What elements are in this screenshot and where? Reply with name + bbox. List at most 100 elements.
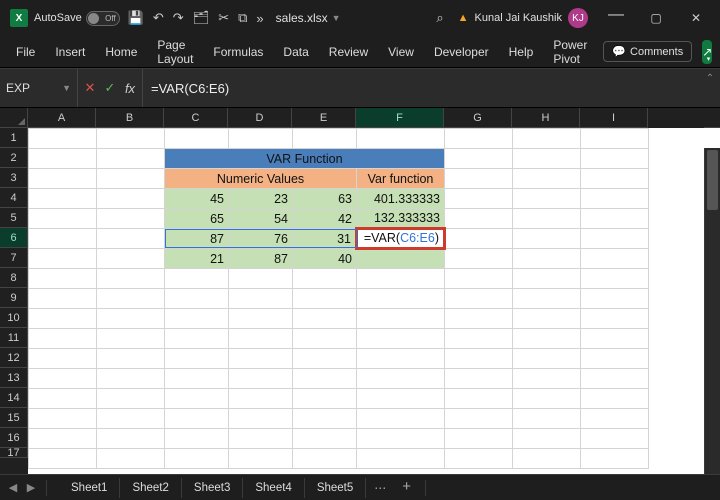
select-all-button[interactable] (0, 108, 28, 128)
row-header-14[interactable]: 14 (0, 388, 28, 408)
row-header-7[interactable]: 7 (0, 248, 28, 268)
cell-c5[interactable]: 65 (165, 209, 229, 229)
expand-formula-icon[interactable]: ⌃ (700, 69, 720, 107)
col-header-a[interactable]: A (28, 108, 96, 128)
row-header-10[interactable]: 10 (0, 308, 28, 328)
chevron-down-icon: ▼ (332, 13, 341, 23)
cells-grid[interactable]: VAR Function Numeric ValuesVar function … (28, 128, 720, 469)
col-header-i[interactable]: I (580, 108, 648, 128)
cell-d6[interactable]: 76 (229, 229, 293, 249)
cell-f4[interactable]: 401.333333 (357, 189, 445, 209)
copy-icon[interactable]: ⧉ (238, 10, 247, 26)
touch-icon[interactable]: 🗂 (193, 10, 210, 26)
tab-power-pivot[interactable]: Power Pivot (545, 32, 595, 72)
tab-file[interactable]: File (8, 39, 43, 65)
row-header-17[interactable]: 17 (0, 448, 28, 458)
qat-more-icon[interactable]: » (256, 11, 263, 26)
cell-f5[interactable]: 132.333333 (357, 209, 445, 229)
row-header-3[interactable]: 3 (0, 168, 28, 188)
undo-icon[interactable]: ↶ (153, 10, 164, 26)
row-header-1[interactable]: 1 (0, 128, 28, 148)
tab-insert[interactable]: Insert (47, 39, 93, 65)
tab-help[interactable]: Help (501, 39, 542, 65)
chevron-down-icon[interactable]: ▼ (62, 83, 71, 93)
doc-name-label: sales.xlsx (276, 11, 328, 25)
row-header-13[interactable]: 13 (0, 368, 28, 388)
search-icon[interactable]: ⌕ (436, 10, 443, 26)
comments-label: Comments (630, 46, 683, 58)
col-header-c[interactable]: C (164, 108, 228, 128)
comments-button[interactable]: 💬 Comments (603, 41, 692, 62)
enter-icon[interactable]: ✓ (100, 80, 120, 96)
sheet-tab-1[interactable]: Sheet1 (59, 478, 120, 498)
autosave-toggle[interactable]: AutoSave Off (34, 11, 120, 26)
row-header-11[interactable]: 11 (0, 328, 28, 348)
row-header-6[interactable]: 6 (0, 228, 28, 248)
row-header-4[interactable]: 4 (0, 188, 28, 208)
sheet-nav-prev[interactable]: ◀ (4, 481, 22, 494)
document-title[interactable]: sales.xlsx ▼ (276, 11, 341, 25)
tab-page-layout[interactable]: Page Layout (149, 32, 201, 72)
sheet-tabs-more[interactable]: ⋯ (366, 477, 394, 499)
formula-bar[interactable]: =VAR(C6:E6) (143, 69, 700, 107)
avatar: KJ (568, 8, 588, 28)
save-icon[interactable]: 💾 (128, 10, 144, 26)
tab-review[interactable]: Review (321, 39, 376, 65)
cell-d7[interactable]: 87 (229, 249, 293, 269)
row-header-2[interactable]: 2 (0, 148, 28, 168)
row-header-16[interactable]: 16 (0, 428, 28, 448)
col-header-g[interactable]: G (444, 108, 512, 128)
maximize-button[interactable]: ▢ (636, 0, 676, 36)
add-sheet-button[interactable]: + (394, 474, 419, 499)
cell-c4[interactable]: 45 (165, 189, 229, 209)
tab-data[interactable]: Data (275, 39, 316, 65)
warning-icon: ▲ (458, 12, 469, 24)
tab-home[interactable]: Home (97, 39, 145, 65)
sheet-nav-next[interactable]: ▶ (22, 481, 40, 494)
cell-e4[interactable]: 63 (293, 189, 357, 209)
vertical-scrollbar[interactable] (704, 148, 720, 474)
col-header-b[interactable]: B (96, 108, 164, 128)
cell-d5[interactable]: 54 (229, 209, 293, 229)
col-header-e[interactable]: E (292, 108, 356, 128)
col-header-d[interactable]: D (228, 108, 292, 128)
cancel-icon[interactable]: ✕ (80, 80, 100, 96)
sheet-tab-5[interactable]: Sheet5 (305, 478, 366, 498)
cell-sub-right[interactable]: Var function (357, 169, 445, 189)
name-box[interactable]: EXP ▼ (0, 69, 78, 107)
share-button[interactable]: ↗ (702, 40, 712, 64)
fx-icon[interactable]: fx (120, 81, 140, 96)
sheet-tab-3[interactable]: Sheet3 (182, 478, 243, 498)
cell-sub-left[interactable]: Numeric Values (165, 169, 357, 189)
cell-title[interactable]: VAR Function (165, 149, 445, 169)
cell-e6[interactable]: 31 (293, 229, 357, 249)
cell-f6-editing[interactable]: =VAR(C6:E6) (357, 229, 445, 249)
formula-text: =VAR(C6:E6) (151, 81, 229, 96)
close-button[interactable]: ✕ (676, 0, 716, 36)
row-header-8[interactable]: 8 (0, 268, 28, 288)
row-header-5[interactable]: 5 (0, 208, 28, 228)
redo-icon[interactable]: ↷ (173, 10, 184, 26)
autosave-switch[interactable]: Off (86, 11, 120, 26)
cell-f7[interactable] (357, 249, 445, 269)
cell-c6[interactable]: 87 (165, 229, 229, 249)
cell-d4[interactable]: 23 (229, 189, 293, 209)
tab-developer[interactable]: Developer (426, 39, 497, 65)
tab-formulas[interactable]: Formulas (205, 39, 271, 65)
cell-e7[interactable]: 40 (293, 249, 357, 269)
row-header-9[interactable]: 9 (0, 288, 28, 308)
sheet-tab-4[interactable]: Sheet4 (243, 478, 304, 498)
account-button[interactable]: ▲ Kunal Jai Kaushik KJ (458, 8, 588, 28)
col-header-h[interactable]: H (512, 108, 580, 128)
cell-e5[interactable]: 42 (293, 209, 357, 229)
sheet-tab-2[interactable]: Sheet2 (120, 478, 181, 498)
name-box-value: EXP (6, 81, 30, 95)
scroll-thumb[interactable] (707, 150, 718, 210)
row-header-15[interactable]: 15 (0, 408, 28, 428)
cell-c7[interactable]: 21 (165, 249, 229, 269)
minimize-button[interactable]: — (596, 0, 636, 33)
col-header-f[interactable]: F (356, 108, 444, 128)
tab-view[interactable]: View (380, 39, 422, 65)
row-header-12[interactable]: 12 (0, 348, 28, 368)
cut-icon[interactable]: ✂ (218, 10, 229, 26)
